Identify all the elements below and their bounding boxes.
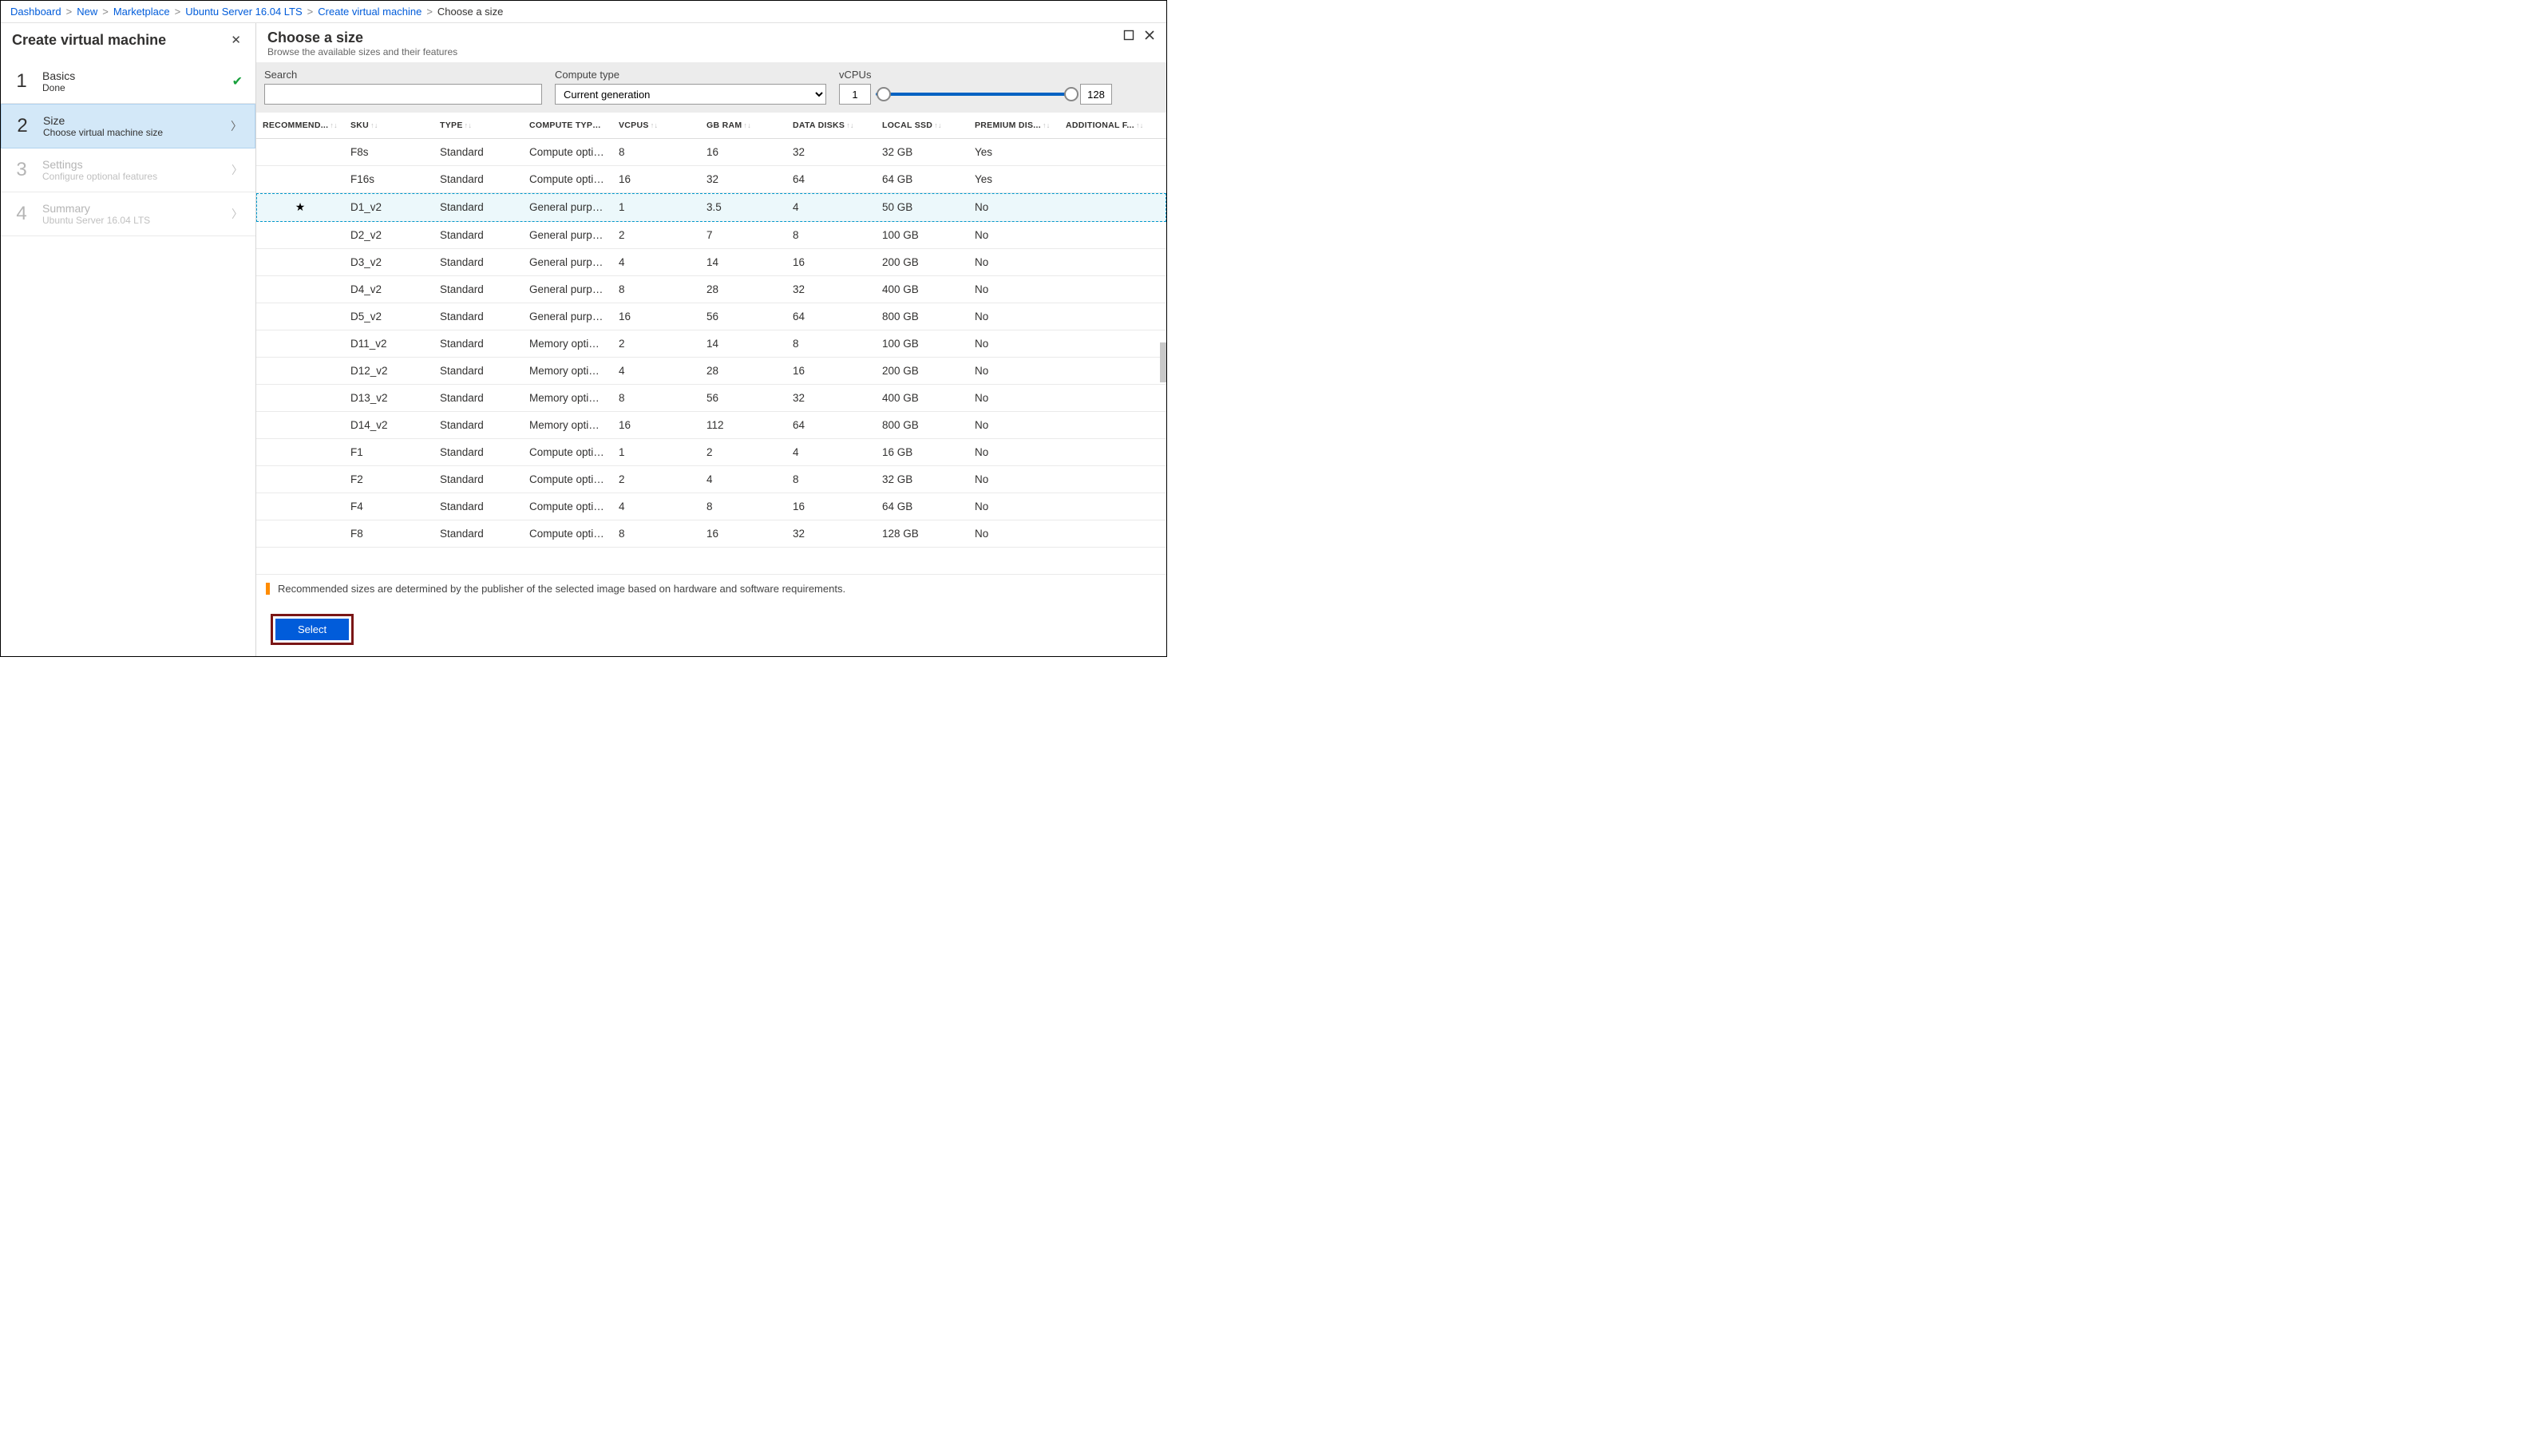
size-table-wrap: RECOMMEND...↑↓SKU↑↓TYPE↑↓COMPUTE TYPE↑↓V… <box>256 113 1166 574</box>
sort-icon: ↑↓ <box>370 121 378 129</box>
close-icon[interactable] <box>1144 30 1155 41</box>
column-header[interactable]: RECOMMEND...↑↓ <box>256 113 344 139</box>
search-label: Search <box>264 69 542 81</box>
info-text: Recommended sizes are determined by the … <box>278 583 845 595</box>
sort-icon: ↑↓ <box>1136 121 1144 129</box>
breadcrumb-item: Choose a size <box>437 6 503 18</box>
table-row[interactable]: F16sStandardCompute optimiz16326464 GBYe… <box>256 166 1166 193</box>
sort-icon: ↑↓ <box>743 121 751 129</box>
column-header[interactable]: COMPUTE TYPE↑↓ <box>523 113 612 139</box>
column-header[interactable]: PREMIUM DIS...↑↓ <box>968 113 1059 139</box>
column-header[interactable]: ADDITIONAL F...↑↓ <box>1059 113 1166 139</box>
table-row[interactable]: D3_v2StandardGeneral purpose41416200 GBN… <box>256 249 1166 276</box>
compute-type-select[interactable]: Current generation <box>555 84 826 105</box>
step-number: 2 <box>14 115 30 137</box>
wizard-step-summary: 4 SummaryUbuntu Server 16.04 LTS 〉 <box>1 192 255 236</box>
table-row[interactable]: D12_v2StandardMemory optimize42816200 GB… <box>256 358 1166 385</box>
table-row[interactable]: F4StandardCompute optimiz481664 GBNo <box>256 493 1166 520</box>
sort-icon: ↑↓ <box>651 121 659 129</box>
star-icon: ★ <box>263 200 338 214</box>
close-icon[interactable]: ✕ <box>228 31 244 49</box>
table-row[interactable]: F1StandardCompute optimiz12416 GBNo <box>256 439 1166 466</box>
chevron-right-icon: 〉 <box>232 162 243 178</box>
filter-bar: Search Compute type Current generation v… <box>256 62 1166 113</box>
vcpus-label: vCPUs <box>839 69 1112 81</box>
table-row[interactable]: D2_v2StandardGeneral purpose278100 GBNo <box>256 222 1166 249</box>
table-row[interactable]: D4_v2StandardGeneral purpose82832400 GBN… <box>256 276 1166 303</box>
page-title: Choose a size <box>267 30 457 46</box>
breadcrumb-item[interactable]: Dashboard <box>10 6 61 18</box>
size-table: RECOMMEND...↑↓SKU↑↓TYPE↑↓COMPUTE TYPE↑↓V… <box>256 113 1166 548</box>
wizard-step-basics[interactable]: 1 BasicsDone ✔ <box>1 60 255 104</box>
breadcrumb-item[interactable]: Ubuntu Server 16.04 LTS <box>185 6 302 18</box>
vcpus-max-input[interactable] <box>1080 84 1112 105</box>
table-row[interactable]: F8sStandardCompute optimiz8163232 GBYes <box>256 139 1166 166</box>
table-row[interactable]: D11_v2StandardMemory optimize2148100 GBN… <box>256 330 1166 358</box>
wizard-step-settings: 3 SettingsConfigure optional features 〉 <box>1 148 255 192</box>
column-header[interactable]: GB RAM↑↓ <box>700 113 786 139</box>
step-number: 1 <box>14 70 30 93</box>
info-bar: Recommended sizes are determined by the … <box>256 574 1166 603</box>
restore-icon[interactable] <box>1123 30 1134 41</box>
select-button[interactable]: Select <box>275 619 349 640</box>
breadcrumb-sep-icon: > <box>66 6 73 18</box>
wizard-step-size[interactable]: 2 SizeChoose virtual machine size 〉 <box>1 104 255 148</box>
step-subtitle: Done <box>42 82 220 93</box>
wizard-title: Create virtual machine <box>12 32 166 49</box>
sort-icon: ↑↓ <box>330 121 338 129</box>
sort-icon: ↑↓ <box>465 121 473 129</box>
column-header[interactable]: TYPE↑↓ <box>433 113 523 139</box>
table-row[interactable]: D14_v2StandardMemory optimize1611264800 … <box>256 412 1166 439</box>
breadcrumb-sep-icon: > <box>102 6 109 18</box>
column-header[interactable]: DATA DISKS↑↓ <box>786 113 876 139</box>
breadcrumb-item[interactable]: Marketplace <box>113 6 170 18</box>
breadcrumb-item[interactable]: Create virtual machine <box>318 6 422 18</box>
table-row[interactable]: D13_v2StandardMemory optimize85632400 GB… <box>256 385 1166 412</box>
check-icon: ✔ <box>232 73 243 89</box>
table-row[interactable]: D5_v2StandardGeneral purpose165664800 GB… <box>256 303 1166 330</box>
table-row[interactable]: ★D1_v2StandardGeneral purpose13.5450 GBN… <box>256 193 1166 222</box>
table-row[interactable]: F8StandardCompute optimiz81632128 GBNo <box>256 520 1166 548</box>
sort-icon: ↑↓ <box>1043 121 1051 129</box>
step-subtitle: Ubuntu Server 16.04 LTS <box>42 215 219 226</box>
breadcrumb-sep-icon: > <box>307 6 314 18</box>
column-header[interactable]: LOCAL SSD↑↓ <box>876 113 968 139</box>
scrollbar[interactable] <box>1160 151 1166 574</box>
chevron-right-icon: 〉 <box>232 206 243 222</box>
breadcrumb-item[interactable]: New <box>77 6 97 18</box>
step-subtitle: Choose virtual machine size <box>43 127 218 138</box>
breadcrumb: Dashboard > New > Marketplace > Ubuntu Server … <box>1 1 1166 23</box>
wizard-panel: Create virtual machine ✕ 1 BasicsDone ✔ 2 Si… <box>1 23 256 656</box>
chevron-right-icon: 〉 <box>231 118 242 134</box>
step-title: Summary <box>42 202 219 215</box>
table-row[interactable]: F2StandardCompute optimiz24832 GBNo <box>256 466 1166 493</box>
breadcrumb-sep-icon: > <box>175 6 181 18</box>
step-subtitle: Configure optional features <box>42 171 219 182</box>
step-title: Settings <box>42 158 219 171</box>
size-panel: Choose a size Browse the available sizes… <box>256 23 1166 656</box>
compute-type-label: Compute type <box>555 69 826 81</box>
info-stripe-icon <box>266 583 270 595</box>
vcpus-min-input[interactable] <box>839 84 871 105</box>
sort-icon: ↑↓ <box>934 121 942 129</box>
step-title: Size <box>43 114 218 127</box>
sort-icon: ↑↓ <box>846 121 854 129</box>
select-button-highlight: Select <box>271 614 354 645</box>
step-title: Basics <box>42 69 220 82</box>
page-subtitle: Browse the available sizes and their fea… <box>267 46 457 57</box>
breadcrumb-sep-icon: > <box>426 6 433 18</box>
step-number: 3 <box>14 159 30 181</box>
column-header[interactable]: SKU↑↓ <box>344 113 433 139</box>
search-input[interactable] <box>264 84 542 105</box>
step-number: 4 <box>14 203 30 225</box>
vcpus-slider[interactable] <box>876 84 1075 105</box>
column-header[interactable]: VCPUS↑↓ <box>612 113 700 139</box>
